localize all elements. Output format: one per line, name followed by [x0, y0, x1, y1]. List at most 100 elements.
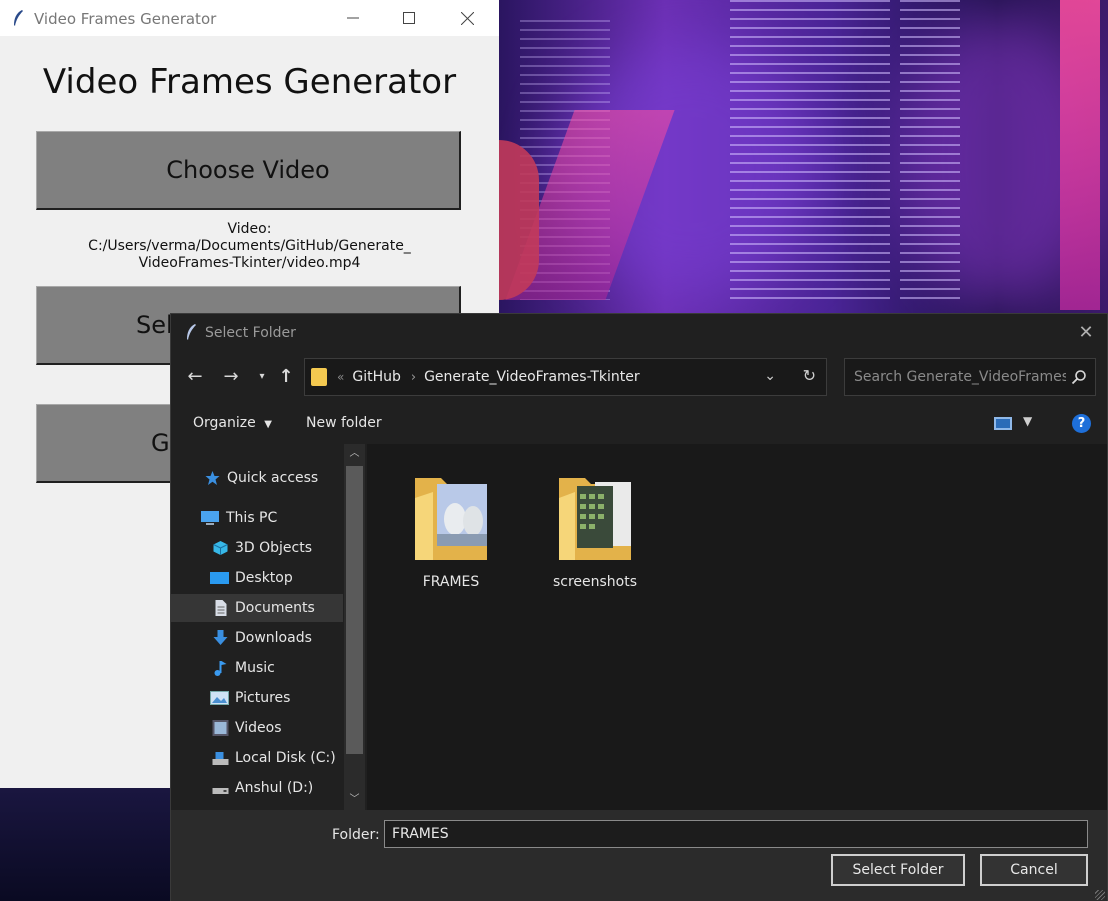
computer-icon [201, 511, 219, 525]
search-input[interactable]: Search Generate_VideoFrames-Tkinter [854, 369, 1066, 385]
select-folder-button-label: Sel [136, 311, 173, 339]
nav-item-label: Local Disk (C:) [235, 750, 336, 766]
caret-down-icon: ▼ [1023, 414, 1033, 428]
breadcrumb-github[interactable]: GitHub [352, 369, 401, 385]
folder-icon [311, 368, 327, 386]
videos-icon [212, 720, 229, 736]
dialog-title: Select Folder [205, 325, 296, 341]
chevron-down-icon: ▾ [259, 371, 265, 382]
close-icon [460, 11, 474, 25]
forward-button[interactable]: → [220, 366, 242, 388]
chevron-double-left-icon: « [337, 370, 345, 384]
nav-item-pictures[interactable]: Pictures [171, 684, 343, 712]
minimize-icon [347, 17, 359, 19]
view-options-icon[interactable] [994, 417, 1012, 430]
choose-video-button[interactable]: Choose Video [36, 131, 461, 210]
app-window-title: Video Frames Generator [34, 10, 217, 28]
breadcrumb-project[interactable]: Generate_VideoFrames-Tkinter [424, 369, 640, 385]
tk-feather-icon [14, 10, 23, 26]
maximize-button[interactable] [386, 0, 432, 36]
close-button[interactable] [444, 0, 490, 36]
chevron-down-icon: ﹀ [349, 794, 360, 805]
dialog-close-button[interactable]: ✕ [1075, 322, 1097, 344]
select-folder-confirm-button[interactable]: Select Folder [831, 854, 965, 886]
nav-item-3d-objects[interactable]: 3D Objects [171, 534, 343, 562]
nav-item-label: This PC [226, 510, 278, 526]
folder-icon [415, 478, 487, 560]
dialog-toolbar: Organize ▼ New folder ▼ ? [171, 404, 1107, 442]
arrow-up-icon: ↑ [278, 366, 294, 387]
nav-item-videos[interactable]: Videos [171, 714, 343, 742]
folder-name-input[interactable]: FRAMES [384, 820, 1088, 848]
folder-field-label: Folder: [332, 827, 380, 843]
folder-item-label: FRAMES [422, 574, 480, 590]
drive-icon [212, 788, 229, 794]
drive-icon [212, 752, 229, 765]
new-folder-button[interactable]: New folder [306, 415, 382, 431]
nav-item-downloads[interactable]: Downloads [171, 624, 343, 652]
nav-item-label: Music [235, 660, 275, 676]
cube-icon [213, 541, 228, 555]
nav-item-label: Desktop [235, 570, 293, 586]
up-button[interactable]: ↑ [275, 366, 297, 388]
search-icon [1071, 370, 1086, 385]
pictures-icon [210, 691, 229, 705]
video-path-label: Video: C:/Users/verma/Documents/GitHub/G… [0, 221, 499, 272]
help-icon[interactable]: ? [1072, 414, 1091, 433]
back-button[interactable]: ← [184, 366, 206, 388]
video-info-line2: C:/Users/verma/Documents/GitHub/Generate… [88, 238, 411, 254]
navigation-pane: Quick access This PC 3D Objects Desktop … [171, 444, 367, 810]
dialog-footer: Folder: FRAMES Select Folder Cancel [171, 810, 1107, 901]
nav-scrollbar[interactable]: ︿ ﹀ [344, 444, 365, 810]
generate-button-label: G [151, 429, 170, 457]
navigation-row: ← → ▾ ↑ « GitHub › Generate_VideoFrames-… [171, 356, 1107, 400]
download-icon [213, 630, 228, 645]
scroll-up-button[interactable]: ︿ [344, 444, 365, 464]
nav-item-music[interactable]: Music [171, 654, 343, 682]
arrow-left-icon: ← [187, 366, 203, 387]
nav-item-documents[interactable]: Documents [171, 594, 343, 622]
close-icon: ✕ [1078, 322, 1094, 343]
nav-item-label: Documents [235, 600, 315, 616]
document-icon [215, 600, 227, 616]
tk-feather-icon [187, 324, 196, 340]
music-icon [214, 661, 227, 676]
search-box[interactable]: Search Generate_VideoFrames-Tkinter [844, 358, 1096, 396]
app-heading: Video Frames Generator [42, 62, 457, 102]
address-dropdown-button[interactable]: ⌄ [764, 368, 776, 384]
nav-item-this-pc[interactable]: This PC [171, 504, 343, 532]
nav-item-local-disk-c[interactable]: Local Disk (C:) [171, 744, 343, 772]
folder-item-screenshots[interactable]: screenshots [545, 464, 645, 590]
nav-item-anshul-d[interactable]: Anshul (D:) [171, 774, 343, 802]
chevron-down-icon: ⌄ [764, 368, 776, 384]
resize-grip[interactable] [1095, 890, 1105, 900]
arrow-right-icon: → [223, 366, 239, 387]
video-info-line3: VideoFrames-Tkinter/video.mp4 [138, 255, 361, 271]
nav-item-label: Pictures [235, 690, 291, 706]
organize-menu[interactable]: Organize ▼ [193, 415, 272, 431]
folder-item-label: screenshots [552, 574, 638, 590]
refresh-button[interactable]: ↻ [803, 366, 816, 385]
recent-locations-button[interactable]: ▾ [251, 366, 273, 388]
chevron-up-icon: ︿ [349, 448, 360, 459]
cancel-button[interactable]: Cancel [980, 854, 1088, 886]
address-bar[interactable]: « GitHub › Generate_VideoFrames-Tkinter … [304, 358, 827, 396]
nav-item-desktop[interactable]: Desktop [171, 564, 343, 592]
view-dropdown-button[interactable]: ▼ [1023, 414, 1032, 428]
scroll-thumb[interactable] [346, 466, 363, 754]
nav-item-quick-access[interactable]: Quick access [171, 464, 343, 492]
app-titlebar: Video Frames Generator [0, 0, 499, 36]
nav-item-label: Quick access [227, 470, 319, 486]
desktop-icon [210, 572, 229, 584]
minimize-button[interactable] [330, 0, 376, 36]
organize-label: Organize [193, 415, 256, 431]
nav-item-label: Anshul (D:) [235, 780, 314, 796]
folder-item-frames[interactable]: FRAMES [401, 464, 501, 590]
scroll-down-button[interactable]: ﹀ [344, 790, 365, 810]
video-info-line1: Video: [227, 221, 272, 237]
refresh-icon: ↻ [802, 366, 816, 385]
nav-item-label: 3D Objects [235, 540, 313, 556]
caret-down-icon: ▼ [264, 419, 272, 430]
star-icon [205, 471, 220, 485]
nav-item-label: Videos [235, 720, 282, 736]
